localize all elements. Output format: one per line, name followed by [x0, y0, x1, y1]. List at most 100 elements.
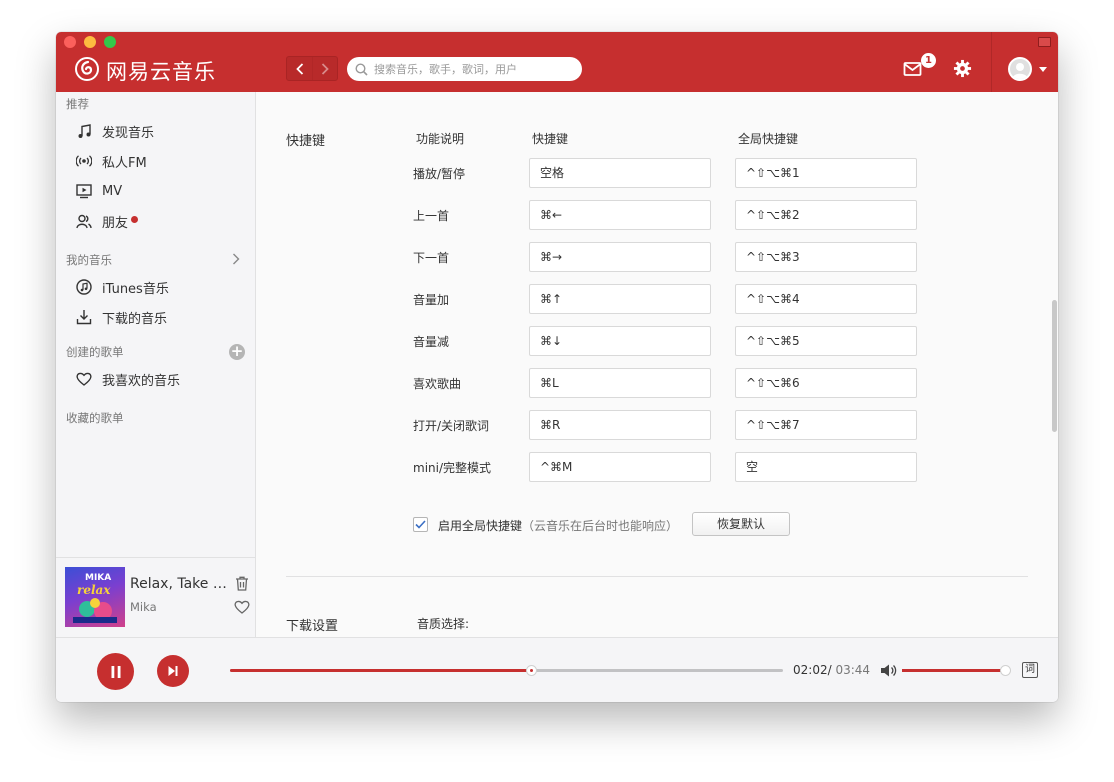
- volume-fill: [902, 669, 1005, 672]
- sidebar-item-discover[interactable]: 发现音乐: [56, 116, 255, 146]
- global-shortcut-input[interactable]: ^⇧⌥⌘5: [735, 326, 917, 356]
- progress-knob[interactable]: [526, 665, 538, 676]
- album-art[interactable]: MIKA relax: [65, 567, 125, 627]
- shortcut-input[interactable]: ^⌘M: [529, 452, 711, 482]
- sidebar-item-mv[interactable]: MV: [56, 176, 255, 206]
- sidebar-item-liked[interactable]: 我喜欢的音乐: [56, 364, 255, 394]
- pause-icon: [111, 665, 120, 678]
- avatar-placeholder-icon: [1012, 63, 1028, 79]
- enable-global-shortcuts-label[interactable]: 启用全局快捷键（云音乐在后台时也能响应）: [438, 517, 678, 534]
- section-collected-playlists: 收藏的歌单: [66, 411, 124, 425]
- sidebar-item-fm[interactable]: 私人FM: [56, 146, 255, 176]
- shortcut-row-label: 播放/暂停: [413, 167, 466, 181]
- app-title[interactable]: 网易云音乐: [106, 56, 216, 86]
- total-time: 03:44: [831, 663, 871, 677]
- itunes-icon: [75, 278, 93, 296]
- title-bar: 网易云音乐 1: [56, 32, 1058, 92]
- progress-bar[interactable]: [230, 665, 783, 676]
- global-shortcut-input[interactable]: ^⇧⌥⌘2: [735, 200, 917, 230]
- global-shortcut-input[interactable]: ^⇧⌥⌘3: [735, 242, 917, 272]
- sidebar-item-itunes[interactable]: iTunes音乐: [56, 272, 255, 302]
- minimize-window-button[interactable]: [84, 36, 96, 48]
- gear-icon[interactable]: [953, 59, 972, 78]
- add-playlist-icon[interactable]: +: [229, 344, 245, 360]
- mail-badge[interactable]: 1: [921, 53, 936, 68]
- track-title[interactable]: Relax, Take It Easy: [130, 576, 228, 592]
- app-window: 网易云音乐 1: [56, 32, 1058, 702]
- global-shortcut-input[interactable]: ^⇧⌥⌘7: [735, 410, 917, 440]
- mail-icon[interactable]: [903, 60, 923, 78]
- shortcut-row-label: 上一首: [413, 209, 450, 223]
- caret-down-icon[interactable]: [1039, 67, 1047, 72]
- trash-icon[interactable]: [235, 576, 249, 591]
- album-title-text: relax: [77, 583, 111, 597]
- pause-button[interactable]: [97, 653, 134, 690]
- quality-label: 音质选择:: [417, 617, 470, 631]
- sidebar: 推荐 发现音乐 私人FM MV 朋友 我的音乐 iTunes音乐 下载的音乐 创…: [56, 92, 256, 637]
- current-time: 02:02/: [793, 663, 832, 677]
- sidebar-item-downloads[interactable]: 下载的音乐: [56, 302, 255, 332]
- album-artist-text: MIKA: [85, 573, 111, 583]
- shortcut-input[interactable]: 空格: [529, 158, 711, 188]
- close-window-button[interactable]: [64, 36, 76, 48]
- time-readout: 02:02/ 03:44: [793, 663, 870, 677]
- shortcut-input[interactable]: ⌘L: [529, 368, 711, 398]
- global-shortcut-input[interactable]: ^⇧⌥⌘4: [735, 284, 917, 314]
- shortcut-row-label: 下一首: [413, 251, 450, 265]
- section-divider: [286, 576, 1028, 577]
- user-avatar[interactable]: [1008, 57, 1032, 81]
- mini-mode-button[interactable]: [1038, 37, 1051, 47]
- global-shortcut-input[interactable]: ^⇧⌥⌘1: [735, 158, 917, 188]
- global-shortcut-input[interactable]: 空: [735, 452, 917, 482]
- search-input[interactable]: [374, 62, 574, 76]
- sidebar-item-label: MV: [102, 183, 123, 199]
- download-icon: [75, 308, 93, 326]
- sidebar-item-friends[interactable]: 朋友: [56, 206, 255, 236]
- chevron-right-icon[interactable]: [232, 253, 240, 265]
- notification-dot: [131, 215, 139, 223]
- forward-button[interactable]: [312, 57, 337, 80]
- shortcut-row-label: mini/完整模式: [413, 461, 492, 475]
- shortcut-input[interactable]: ⌘R: [529, 410, 711, 440]
- volume-icon[interactable]: [880, 663, 898, 678]
- next-track-button[interactable]: [157, 655, 189, 687]
- friends-icon: [75, 212, 93, 230]
- column-header-shortcut: 快捷键: [532, 132, 569, 146]
- now-playing-card[interactable]: MIKA relax Relax, Take It Easy Mika: [56, 557, 255, 637]
- netease-logo-icon[interactable]: [75, 57, 99, 81]
- scrollbar-thumb[interactable]: [1052, 300, 1057, 432]
- restore-defaults-button[interactable]: 恢复默认: [692, 512, 790, 536]
- sidebar-item-label: 下载的音乐: [102, 311, 168, 327]
- heart-icon: [75, 370, 93, 388]
- search-box[interactable]: [347, 57, 582, 81]
- zoom-window-button[interactable]: [104, 36, 116, 48]
- column-header-global: 全局快捷键: [738, 132, 799, 146]
- shortcut-input[interactable]: ⌘→: [529, 242, 711, 272]
- global-shortcut-input[interactable]: ^⇧⌥⌘6: [735, 368, 917, 398]
- lyrics-button[interactable]: 词: [1022, 662, 1038, 678]
- shortcut-row-label: 音量减: [413, 335, 450, 349]
- shortcut-row-label: 打开/关闭歌词: [413, 419, 490, 433]
- track-artist[interactable]: Mika: [130, 600, 157, 614]
- chevron-left-icon: [295, 62, 303, 75]
- volume-knob[interactable]: [1000, 665, 1011, 676]
- shortcut-input[interactable]: ⌘↑: [529, 284, 711, 314]
- shortcut-input[interactable]: ⌘←: [529, 200, 711, 230]
- enable-global-label-text: 启用全局快捷键: [438, 519, 523, 533]
- shortcut-input[interactable]: ⌘↓: [529, 326, 711, 356]
- enable-global-shortcuts-checkbox[interactable]: [413, 517, 428, 532]
- sidebar-item-label: 发现音乐: [102, 125, 155, 141]
- like-heart-icon[interactable]: [234, 600, 250, 614]
- volume-slider[interactable]: [902, 665, 1011, 676]
- progress-fill: [230, 669, 532, 672]
- column-header-function: 功能说明: [416, 132, 465, 146]
- enable-global-note: （云音乐在后台时也能响应）: [522, 519, 679, 533]
- section-recommend: 推荐: [66, 97, 89, 111]
- back-button[interactable]: [287, 57, 312, 80]
- radio-icon: [75, 152, 93, 170]
- header-divider: [991, 32, 992, 92]
- shortcut-row-label: 喜欢歌曲: [413, 377, 462, 391]
- sidebar-item-label: 我喜欢的音乐: [102, 373, 181, 389]
- skip-next-icon: [168, 666, 178, 676]
- sidebar-item-label: 朋友: [102, 215, 129, 231]
